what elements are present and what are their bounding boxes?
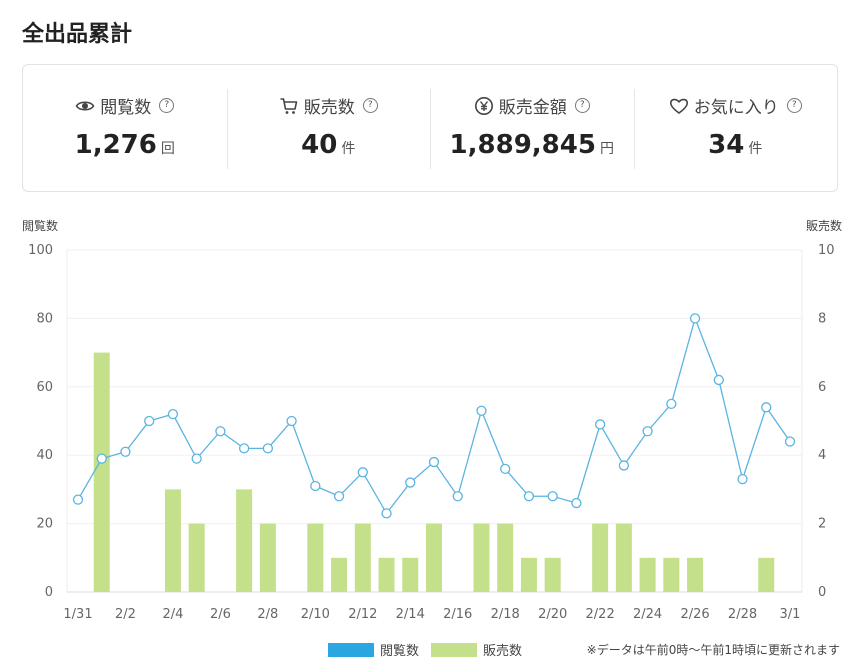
bar <box>473 523 490 592</box>
views-point <box>310 480 321 492</box>
y-tick-right: 0 <box>818 585 826 600</box>
views-point <box>618 460 630 471</box>
views-point <box>761 402 772 413</box>
views-point <box>262 443 274 454</box>
views-point <box>452 491 463 502</box>
legend-label: 販売数 <box>483 644 523 659</box>
views-point <box>666 398 677 410</box>
views-point <box>286 415 297 427</box>
bar <box>307 523 324 592</box>
views-point <box>238 443 250 454</box>
x-tick-label: 2/2 <box>115 607 136 622</box>
legend-swatch <box>328 642 374 657</box>
bar <box>592 523 609 592</box>
legend-item-views[interactable]: 閲覧数 <box>328 640 419 659</box>
x-tick-label: 1/31 <box>63 607 92 622</box>
views-point <box>689 313 701 324</box>
legend-label: 閲覧数 <box>380 644 420 659</box>
y-tick-left: 60 <box>36 380 53 395</box>
views-point <box>333 491 345 502</box>
bar <box>663 557 680 592</box>
y-tick-left: 20 <box>36 517 53 532</box>
y-tick-left: 80 <box>36 311 53 326</box>
x-tick-label: 2/6 <box>210 607 231 622</box>
x-tick-label: 2/8 <box>257 607 278 622</box>
y-tick-right: 8 <box>818 311 826 326</box>
bar <box>378 557 395 592</box>
x-tick-label: 3/1 <box>780 607 801 622</box>
x-tick-label: 2/26 <box>680 607 709 622</box>
views-point <box>428 456 440 468</box>
y-tick-right: 10 <box>818 243 835 258</box>
views-point <box>96 453 107 464</box>
legend-item-sales[interactable]: 販売数 <box>431 640 522 659</box>
bar <box>164 489 181 592</box>
y-tick-left: 100 <box>28 243 53 258</box>
x-tick-label: 2/24 <box>633 607 662 622</box>
x-tick-label: 2/10 <box>301 607 330 622</box>
views-point <box>144 415 155 427</box>
views-point <box>594 419 606 430</box>
views-point <box>547 491 558 502</box>
bar <box>639 557 656 592</box>
views-point <box>215 426 226 437</box>
bar <box>402 557 419 592</box>
bar <box>520 557 537 592</box>
legend-swatch <box>431 642 478 657</box>
bar <box>758 557 775 592</box>
x-tick-label: 2/28 <box>728 607 757 622</box>
bar <box>615 523 632 592</box>
x-tick-label: 2/12 <box>348 607 377 622</box>
views-point <box>120 446 131 457</box>
y-tick-left: 40 <box>36 448 53 463</box>
chart-legend: 閲覧数 販売数 <box>328 640 534 659</box>
bar <box>93 352 110 592</box>
bar <box>497 523 514 592</box>
views-line <box>77 316 791 515</box>
views-point <box>713 374 724 386</box>
views-point <box>191 453 202 464</box>
x-tick-label: 2/16 <box>443 607 472 622</box>
bar <box>687 557 704 592</box>
views-point <box>571 497 582 509</box>
y-tick-right: 6 <box>818 380 826 395</box>
views-point <box>476 405 487 416</box>
y-tick-right: 4 <box>818 448 826 463</box>
views-point <box>381 508 392 519</box>
views-point <box>167 409 179 420</box>
bar <box>426 523 442 592</box>
bar <box>331 557 348 592</box>
bar <box>544 557 561 592</box>
views-point <box>500 463 511 475</box>
bar <box>354 523 371 592</box>
x-tick-label: 2/18 <box>491 607 520 622</box>
views-point <box>357 467 368 478</box>
views-point <box>523 491 535 502</box>
views-point <box>642 426 653 437</box>
bar <box>236 489 253 592</box>
bar <box>188 523 205 592</box>
y-tick-right: 2 <box>818 517 826 532</box>
views-point <box>72 494 84 505</box>
x-tick-label: 2/22 <box>586 607 615 622</box>
update-note: ※データは午前0時〜午前1時頃に更新されます <box>586 643 840 657</box>
x-tick-label: 2/14 <box>396 607 425 622</box>
combo-chart: 0 0 20 2 40 4 60 6 80 8 100 10 1/31 2/2 2/4 2/6 2/8 2/10 2… <box>28 243 835 622</box>
x-tick-label: 2/4 <box>162 607 183 622</box>
views-point <box>784 436 796 447</box>
bar <box>259 523 276 592</box>
views-point <box>405 477 416 488</box>
x-tick-label: 2/20 <box>538 607 567 622</box>
y-tick-left: 0 <box>45 585 53 600</box>
views-point <box>737 473 748 485</box>
